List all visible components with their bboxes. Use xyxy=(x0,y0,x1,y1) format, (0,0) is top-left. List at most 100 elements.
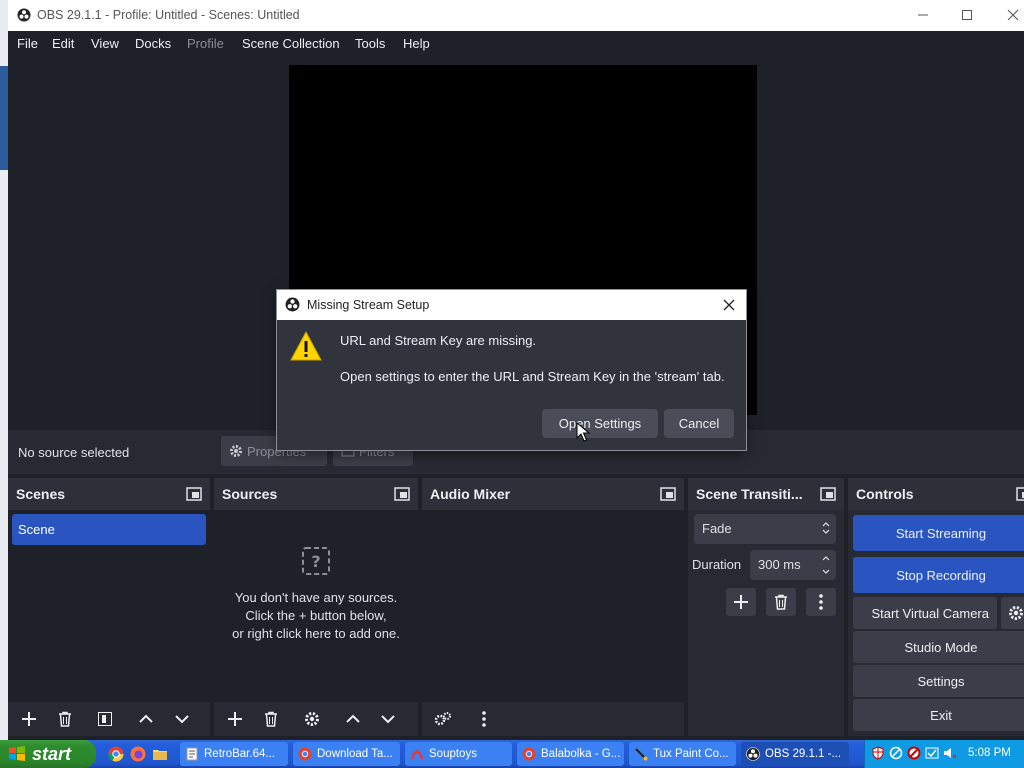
scene-list-item[interactable]: Scene xyxy=(12,514,206,545)
filter-icon xyxy=(98,712,112,726)
empty-sources-line-2: Click the + button below, xyxy=(245,608,387,623)
move-source-up-button[interactable] xyxy=(340,706,366,732)
transition-select[interactable]: Fade xyxy=(694,514,836,544)
menu-scene-collection[interactable]: Scene Collection xyxy=(242,36,340,51)
taskbar-item-balabolka[interactable]: Balabolka - G... xyxy=(517,742,624,766)
sources-dock: Sources ? You don't have any sources. Cl… xyxy=(214,478,418,736)
dialog-close-button[interactable] xyxy=(720,296,738,314)
open-settings-button[interactable]: Open Settings xyxy=(542,409,658,438)
warning-icon xyxy=(290,330,322,361)
move-source-down-button[interactable] xyxy=(375,706,401,732)
dialog-message: URL and Stream Key are missing. xyxy=(340,333,537,348)
undock-icon[interactable] xyxy=(1016,487,1024,501)
move-scene-up-button[interactable] xyxy=(133,706,159,732)
taskbar-item-download[interactable]: Download Ta... xyxy=(293,742,400,766)
blocked-icon[interactable] xyxy=(907,746,921,760)
scenes-dock-header: Scenes xyxy=(8,478,210,510)
scene-filters-button[interactable] xyxy=(92,706,118,732)
trash-icon xyxy=(265,711,277,727)
security-shield-icon[interactable] xyxy=(871,746,885,760)
menu-docks[interactable]: Docks xyxy=(135,36,171,51)
undock-icon[interactable] xyxy=(660,487,676,501)
studio-mode-button[interactable]: Studio Mode xyxy=(853,631,1024,663)
menu-tools[interactable]: Tools xyxy=(355,36,385,51)
audio-mixer-toolbar xyxy=(422,702,684,736)
cancel-button[interactable]: Cancel xyxy=(664,409,734,438)
transition-value: Fade xyxy=(702,521,732,536)
source-properties-button[interactable] xyxy=(299,706,325,732)
sources-toolbar xyxy=(214,702,418,736)
taskbar-item-label: Download Ta... xyxy=(317,748,393,760)
taskbar: start RetroBar.64... Download Ta... Soup… xyxy=(0,740,1024,768)
network-icon[interactable] xyxy=(889,746,903,760)
chrome-icon xyxy=(298,747,312,761)
spin-arrows-icon[interactable] xyxy=(821,553,831,577)
audio-mixer-dock: Audio Mixer xyxy=(422,478,684,736)
trash-icon xyxy=(59,711,71,727)
taskbar-item-obs[interactable]: OBS 29.1.1 -... xyxy=(741,742,849,766)
minimize-icon xyxy=(918,14,928,16)
title-bar[interactable]: OBS 29.1.1 - Profile: Untitled - Scenes:… xyxy=(8,0,1024,31)
menu-edit[interactable]: Edit xyxy=(52,36,74,51)
transition-properties-button[interactable] xyxy=(806,588,836,616)
gear-icon xyxy=(230,445,242,457)
more-vertical-icon xyxy=(482,711,486,727)
settings-button[interactable]: Settings xyxy=(853,665,1024,697)
obs-logo-icon xyxy=(285,297,300,312)
clock[interactable]: 5:08 PM xyxy=(968,747,1011,759)
dialog-title-bar[interactable]: Missing Stream Setup xyxy=(277,290,746,320)
plus-icon xyxy=(734,595,748,609)
exit-button[interactable]: Exit xyxy=(853,699,1024,731)
plus-icon xyxy=(228,712,242,726)
undock-icon[interactable] xyxy=(186,487,202,501)
stop-recording-button[interactable]: Stop Recording xyxy=(853,557,1024,593)
chrome-icon[interactable] xyxy=(108,746,124,762)
taskbar-item-retrobar[interactable]: RetroBar.64... xyxy=(180,742,288,766)
desktop-background xyxy=(0,0,8,740)
menu-view[interactable]: View xyxy=(91,36,119,51)
virtual-camera-settings-button[interactable] xyxy=(1001,597,1024,629)
windows-logo-icon xyxy=(9,746,25,761)
sources-title: Sources xyxy=(222,486,278,502)
audio-mixer-menu-button[interactable] xyxy=(471,706,497,732)
add-scene-button[interactable] xyxy=(16,706,42,732)
menu-profile[interactable]: Profile xyxy=(187,36,224,51)
controls-dock-header: Controls xyxy=(848,478,1024,510)
close-icon xyxy=(723,299,735,311)
update-check-icon[interactable] xyxy=(925,746,939,760)
menu-file[interactable]: File xyxy=(17,36,38,51)
menu-help[interactable]: Help xyxy=(403,36,430,51)
add-transition-button[interactable] xyxy=(726,588,756,616)
volume-muted-icon[interactable] xyxy=(943,746,957,760)
move-scene-down-button[interactable] xyxy=(169,706,195,732)
remove-transition-button[interactable] xyxy=(766,588,796,616)
start-streaming-button[interactable]: Start Streaming xyxy=(853,515,1024,551)
close-icon xyxy=(1007,9,1019,21)
remove-source-button[interactable] xyxy=(258,706,284,732)
maximize-button[interactable] xyxy=(952,4,982,26)
undock-icon[interactable] xyxy=(820,487,836,501)
empty-sources-line-3: or right click here to add one. xyxy=(232,626,400,641)
start-virtual-camera-button[interactable]: Start Virtual Camera xyxy=(853,597,997,629)
firefox-icon[interactable] xyxy=(130,746,146,762)
taskbar-item-tuxpaint[interactable]: Tux Paint Co... xyxy=(629,742,736,766)
souptoys-icon xyxy=(410,750,424,760)
file-explorer-icon[interactable] xyxy=(152,746,168,762)
add-source-button[interactable] xyxy=(222,706,248,732)
no-source-label: No source selected xyxy=(18,445,130,460)
gears-icon xyxy=(434,712,451,726)
advanced-audio-button[interactable] xyxy=(430,706,456,732)
minimize-button[interactable] xyxy=(908,4,938,26)
transitions-title: Scene Transiti... xyxy=(696,486,803,502)
missing-stream-setup-dialog: Missing Stream Setup URL and Stream Key … xyxy=(277,290,746,450)
close-button[interactable] xyxy=(998,4,1024,26)
scenes-dock: Scenes Scene xyxy=(8,478,210,736)
taskbar-item-souptoys[interactable]: Souptoys xyxy=(405,742,512,766)
duration-spinbox[interactable]: 300 ms xyxy=(750,550,836,580)
tuxpaint-icon xyxy=(635,748,648,761)
undock-icon[interactable] xyxy=(394,487,410,501)
remove-scene-button[interactable] xyxy=(52,706,78,732)
controls-title: Controls xyxy=(856,486,914,502)
controls-body: Start Streaming Stop Recording Start Vir… xyxy=(848,510,1024,736)
start-button[interactable]: start xyxy=(0,740,96,768)
